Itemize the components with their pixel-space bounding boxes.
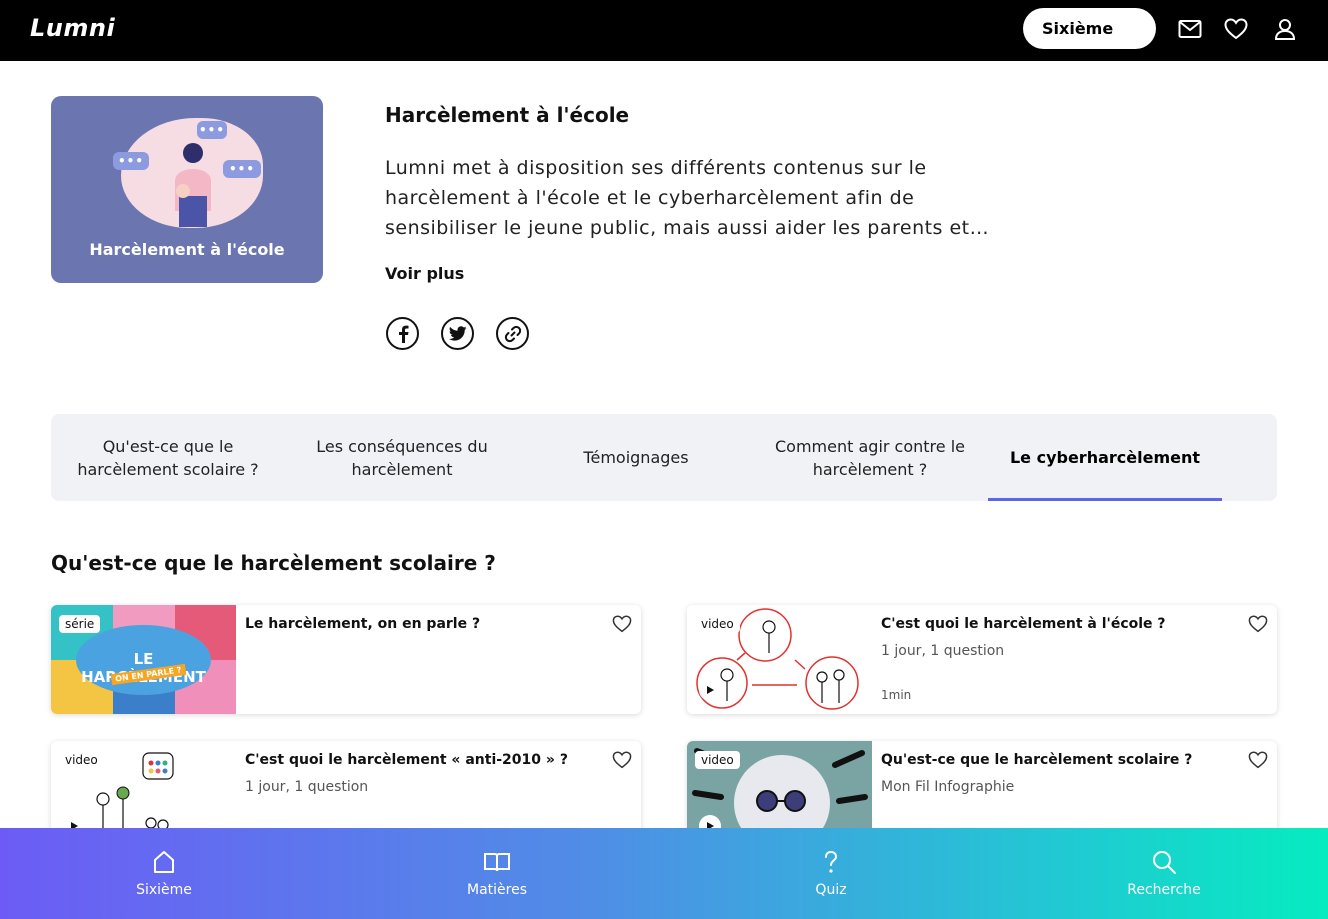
content-type-badge: video (695, 751, 740, 769)
user-icon[interactable] (1272, 16, 1298, 42)
play-icon[interactable] (699, 679, 721, 701)
favorite-heart-icon[interactable] (612, 615, 632, 635)
nav-item-sixieme[interactable]: Sixième (64, 828, 264, 919)
nav-item-matieres[interactable]: Matières (397, 828, 597, 919)
card-subtitle: 1 jour, 1 question (245, 779, 369, 795)
nav-item-quiz[interactable]: Quiz (731, 828, 931, 919)
chat-bubble-icon: ••• (197, 121, 227, 139)
tab-cyberharassment[interactable]: Le cyberharcèlement (988, 414, 1222, 501)
tab-how-to-act[interactable]: Comment agir contre le harcèlement ? (753, 414, 987, 501)
content-type-badge: video (59, 751, 104, 769)
card-title[interactable]: Le harcèlement, on en parle ? (245, 616, 605, 632)
nav-item-recherche[interactable]: Recherche (1064, 828, 1264, 919)
hero-image-caption: Harcèlement à l'école (89, 240, 285, 259)
top-bar: Lumni Sixième (0, 0, 1328, 61)
question-icon (817, 848, 845, 876)
nav-label: Recherche (1127, 882, 1201, 898)
chat-bubble-icon: ••• (113, 152, 149, 170)
content-card[interactable]: video C'est quoi le harcèlement à l'écol… (687, 605, 1277, 714)
level-selector-button[interactable]: Sixième (1023, 8, 1156, 49)
hero-image: ••• ••• ••• Harcèlement à l'école (51, 96, 323, 283)
see-more-link[interactable]: Voir plus (385, 264, 464, 283)
topic-tabs: Qu'est-ce que le harcèlement scolaire ? … (51, 414, 1277, 501)
favorite-heart-icon[interactable] (612, 751, 632, 771)
card-duration: 1min (881, 688, 912, 702)
facebook-icon[interactable] (386, 317, 419, 350)
card-subtitle: Mon Fil Infographie (881, 779, 1015, 795)
twitter-icon[interactable] (441, 317, 474, 350)
card-title[interactable]: Qu'est-ce que le harcèlement scolaire ? (881, 752, 1241, 768)
home-icon (150, 848, 178, 876)
tab-testimonials[interactable]: Témoignages (519, 414, 753, 501)
card-thumbnail: video (687, 605, 872, 714)
content-type-badge: video (695, 615, 740, 633)
favorite-heart-icon[interactable] (1248, 751, 1268, 771)
tab-what-is-harassment[interactable]: Qu'est-ce que le harcèlement scolaire ? (51, 414, 285, 501)
nav-label: Matières (466, 882, 527, 898)
favorite-heart-icon[interactable] (1248, 615, 1268, 635)
search-icon (1150, 848, 1178, 876)
tab-consequences[interactable]: Les conséquences du harcèlement (285, 414, 519, 501)
nav-label: Sixième (136, 882, 192, 898)
heart-icon[interactable] (1223, 16, 1249, 42)
lumni-logo[interactable]: Lumni (30, 14, 115, 42)
card-thumbnail: LE HARCÈLEMENT ON EN PARLE ? série (51, 605, 236, 714)
mail-icon[interactable] (1177, 16, 1203, 42)
link-icon[interactable] (496, 317, 529, 350)
bottom-navigation: Sixième Matières Quiz Recherche (0, 828, 1328, 919)
section-title: Qu'est-ce que le harcèlement scolaire ? (51, 551, 496, 575)
page-description: Lumni met à disposition ses différents c… (385, 157, 990, 239)
book-icon (483, 848, 511, 876)
card-title[interactable]: C'est quoi le harcèlement « anti-2010 » … (245, 752, 605, 768)
person-illustration (175, 143, 211, 227)
page-title: Harcèlement à l'école (385, 103, 630, 127)
card-subtitle: 1 jour, 1 question (881, 643, 1005, 659)
content-type-badge: série (59, 615, 101, 633)
chat-bubble-icon: ••• (223, 160, 261, 178)
card-title[interactable]: C'est quoi le harcèlement à l'école ? (881, 616, 1241, 632)
content-card[interactable]: LE HARCÈLEMENT ON EN PARLE ? série Le ha… (51, 605, 641, 714)
nav-label: Quiz (815, 882, 847, 898)
